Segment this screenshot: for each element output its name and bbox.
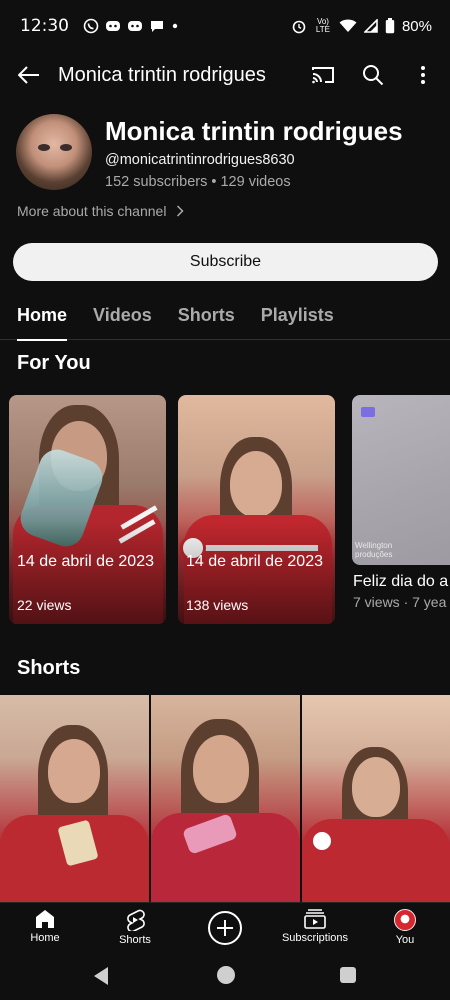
tab-videos[interactable]: Videos	[93, 296, 152, 340]
card-title: 14 de abril de 2023	[186, 553, 323, 570]
notification-icons	[83, 18, 179, 34]
for-you-title: For You	[17, 352, 91, 374]
chevron-right-icon	[177, 205, 184, 217]
nav-label-you: You	[395, 934, 415, 946]
channel-name: Monica trintin rodrigues	[105, 116, 403, 146]
more-options-button[interactable]	[410, 62, 436, 88]
nav-subscriptions[interactable]: Subscriptions	[270, 903, 360, 954]
channel-avatar[interactable]	[16, 114, 92, 190]
channel-header: Monica trintin rodrigues @monicatrintinr…	[0, 112, 450, 202]
search-icon	[363, 65, 384, 86]
discord-icon-2	[128, 21, 142, 31]
search-button[interactable]	[360, 62, 386, 88]
video-title[interactable]: Feliz dia do a	[353, 573, 448, 591]
card-gradient	[178, 395, 335, 624]
chat-bubble-icon	[151, 21, 163, 32]
nav-label-home: Home	[30, 932, 60, 944]
video-meta: 7 views · 7 yea	[353, 594, 447, 610]
shorts-icon	[127, 909, 145, 931]
system-status-icons: Vo) LTE 80%	[291, 18, 432, 35]
card-views: 22 views	[17, 597, 72, 613]
status-time: 12:30	[20, 16, 69, 36]
more-about-channel-link[interactable]: More about this channel	[17, 203, 184, 219]
tab-shorts[interactable]: Shorts	[178, 296, 235, 340]
short-thumbnail-3[interactable]	[302, 695, 450, 905]
channel-stats: 152 subscribers • 129 videos	[105, 174, 291, 190]
home-icon	[36, 910, 54, 928]
more-vert-icon	[421, 66, 425, 84]
system-back-icon[interactable]	[94, 967, 108, 985]
more-about-label: More about this channel	[17, 203, 167, 219]
for-you-card-2[interactable]: 14 de abril de 2023 138 views	[178, 395, 335, 624]
back-button[interactable]	[0, 52, 58, 98]
system-recents-icon[interactable]	[340, 967, 356, 983]
subscriptions-icon	[304, 909, 326, 929]
channel-handle: @monicatrintinrodrigues8630	[105, 152, 295, 168]
nav-you[interactable]: You	[360, 903, 450, 954]
nav-label-shorts: Shorts	[119, 934, 151, 946]
status-bar: 12:30 Vo) LTE 80%	[0, 0, 450, 52]
dot-icon	[172, 23, 178, 29]
app-bar-title: Monica trintin rodrigues	[58, 63, 266, 86]
for-you-card-1[interactable]: 14 de abril de 2023 22 views	[9, 395, 166, 624]
thumbnail-watermark: Wellington produções	[355, 541, 393, 559]
card-views: 138 views	[186, 597, 249, 613]
card-title: 14 de abril de 2023	[17, 553, 154, 570]
cast-icon	[312, 67, 334, 84]
you-avatar	[394, 909, 416, 931]
cast-button[interactable]	[310, 62, 336, 88]
alarm-icon	[292, 20, 306, 34]
tab-playlists[interactable]: Playlists	[261, 296, 334, 340]
network-type-label: Vo) LTE	[315, 17, 330, 34]
for-you-video-thumbnail[interactable]: Wellington produções	[352, 395, 450, 565]
thumbnail-logo	[361, 407, 375, 417]
nav-home[interactable]: Home	[0, 903, 90, 954]
shorts-section-title: Shorts	[17, 657, 81, 679]
avatar-eye-left	[38, 144, 50, 151]
avatar-eye-right	[60, 144, 72, 151]
nav-shorts[interactable]: Shorts	[90, 903, 180, 954]
battery-icon	[385, 18, 395, 34]
short-thumbnail-1[interactable]	[0, 695, 149, 905]
card-gradient	[9, 395, 166, 624]
discord-icon	[106, 21, 120, 31]
arrow-back-icon	[18, 66, 39, 84]
system-home-icon[interactable]	[217, 966, 235, 984]
whatsapp-icon	[83, 18, 99, 34]
tab-home[interactable]: Home	[17, 296, 68, 341]
app-bar-actions	[310, 62, 450, 88]
bottom-nav: Home Shorts Subscriptions You	[0, 902, 450, 954]
signal-icon	[363, 19, 378, 33]
system-navigation-bar	[0, 954, 450, 1000]
nav-create[interactable]	[180, 903, 270, 954]
nav-label-subscriptions: Subscriptions	[281, 932, 349, 944]
battery-percent: 80%	[401, 17, 432, 35]
channel-tabs: Home Videos Shorts Playlists	[0, 296, 450, 341]
add-icon	[208, 911, 242, 945]
subscribe-button[interactable]: Subscribe	[13, 243, 438, 281]
app-bar: Monica trintin rodrigues	[0, 52, 450, 98]
wifi-icon	[339, 19, 357, 32]
short-thumbnail-2[interactable]	[151, 695, 300, 905]
